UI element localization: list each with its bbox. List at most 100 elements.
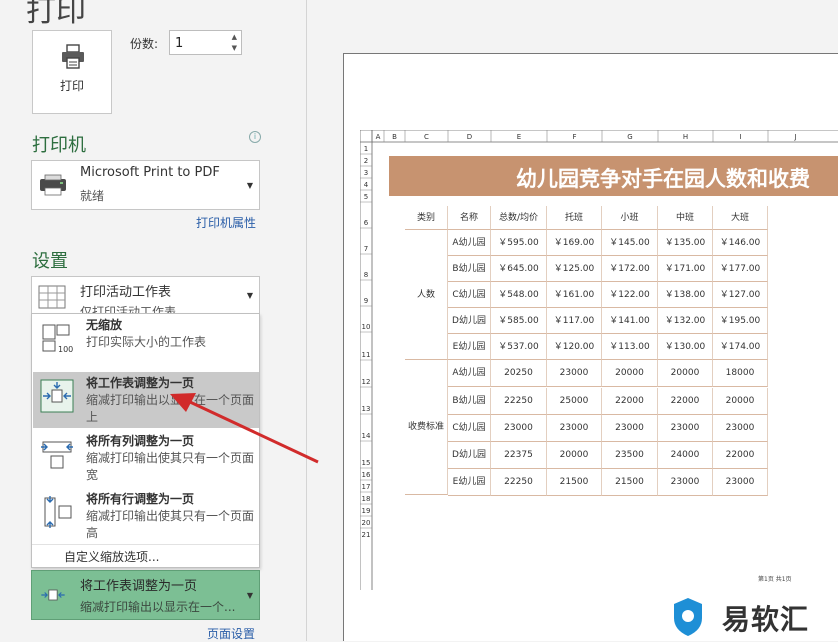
row-header: 7 bbox=[364, 245, 368, 253]
row-header: 8 bbox=[364, 271, 368, 279]
value-cell: ￥135.00 bbox=[658, 230, 713, 256]
value-cell: 23000 bbox=[713, 469, 768, 496]
value-cell: ￥537.00 bbox=[491, 334, 547, 360]
value-cell: 23000 bbox=[602, 415, 658, 442]
name-cell: D幼儿园 bbox=[448, 308, 491, 334]
table-header-cell: 中班 bbox=[658, 206, 713, 230]
row-header: 2 bbox=[364, 157, 368, 165]
value-cell: ￥161.00 bbox=[547, 282, 602, 308]
value-cell: 20000 bbox=[713, 388, 768, 415]
value-cell: 18000 bbox=[713, 360, 768, 387]
table-header-cell: 大班 bbox=[713, 206, 768, 230]
name-cell: A幼儿园 bbox=[448, 360, 491, 387]
row-header: 9 bbox=[364, 297, 368, 305]
name-cell: E幼儿园 bbox=[448, 469, 491, 496]
row-header: 19 bbox=[362, 507, 371, 515]
column-header: C bbox=[424, 133, 429, 141]
value-cell: 23000 bbox=[713, 415, 768, 442]
value-cell: ￥548.00 bbox=[491, 282, 547, 308]
row-header: 18 bbox=[362, 495, 371, 503]
column-header: H bbox=[683, 133, 688, 141]
row-header: 15 bbox=[362, 459, 371, 467]
value-cell: ￥125.00 bbox=[547, 256, 602, 282]
value-cell: 23500 bbox=[602, 442, 658, 469]
value-cell: ￥171.00 bbox=[658, 256, 713, 282]
row-header: 6 bbox=[364, 219, 369, 227]
value-cell: 21500 bbox=[547, 469, 602, 496]
name-cell: D幼儿园 bbox=[448, 442, 491, 469]
value-cell: ￥120.00 bbox=[547, 334, 602, 360]
page-footer: 第1页 共1页 bbox=[758, 576, 792, 583]
value-cell: ￥145.00 bbox=[602, 230, 658, 256]
value-cell: 22000 bbox=[602, 388, 658, 415]
row-header: 5 bbox=[364, 193, 368, 201]
row-header: 14 bbox=[362, 432, 371, 440]
row-header: 20 bbox=[362, 519, 371, 527]
column-header: A bbox=[376, 133, 381, 141]
value-cell: ￥127.00 bbox=[713, 282, 768, 308]
row-header: 21 bbox=[362, 531, 371, 539]
column-header: G bbox=[627, 133, 632, 141]
value-cell: 23000 bbox=[658, 415, 713, 442]
row-header: 11 bbox=[362, 351, 371, 359]
value-cell: ￥146.00 bbox=[713, 230, 768, 256]
name-cell: B幼儿园 bbox=[448, 388, 491, 415]
table-header-cell: 类别 bbox=[405, 206, 448, 230]
value-cell: 23000 bbox=[547, 415, 602, 442]
value-cell: ￥117.00 bbox=[547, 308, 602, 334]
value-cell: 22375 bbox=[491, 442, 547, 469]
column-header: I bbox=[739, 133, 741, 141]
name-cell: A幼儿园 bbox=[448, 230, 491, 256]
value-cell: 22000 bbox=[713, 442, 768, 469]
value-cell: 21500 bbox=[602, 469, 658, 496]
value-cell: ￥595.00 bbox=[491, 230, 547, 256]
value-cell: ￥141.00 bbox=[602, 308, 658, 334]
row-header: 1 bbox=[364, 145, 368, 153]
value-cell: ￥122.00 bbox=[602, 282, 658, 308]
row-header: 4 bbox=[364, 181, 369, 189]
row-header: 10 bbox=[362, 323, 371, 331]
sheet-banner-title: 幼儿园竞争对手在园人数和收费 bbox=[516, 167, 810, 191]
row-header: 12 bbox=[362, 378, 371, 386]
value-cell: ￥585.00 bbox=[491, 308, 547, 334]
value-cell: 23000 bbox=[658, 469, 713, 496]
value-cell: ￥138.00 bbox=[658, 282, 713, 308]
table-header-cell: 总数/均价 bbox=[491, 206, 547, 230]
group-label: 人数 bbox=[405, 230, 448, 360]
value-cell: 22000 bbox=[658, 388, 713, 415]
value-cell: 22250 bbox=[491, 469, 547, 496]
value-cell: ￥169.00 bbox=[547, 230, 602, 256]
value-cell: 20000 bbox=[602, 360, 658, 387]
value-cell: ￥645.00 bbox=[491, 256, 547, 282]
table-header-cell: 小班 bbox=[602, 206, 658, 230]
column-header: F bbox=[572, 133, 576, 141]
sheet-banner: 幼儿园竞争对手在园人数和收费 bbox=[389, 156, 838, 196]
value-cell: ￥113.00 bbox=[602, 334, 658, 360]
column-header: J bbox=[793, 133, 796, 141]
value-cell: ￥195.00 bbox=[713, 308, 768, 334]
name-cell: B幼儿园 bbox=[448, 256, 491, 282]
value-cell: 20250 bbox=[491, 360, 547, 387]
watermark-text: 易软汇 bbox=[722, 603, 810, 636]
value-cell: ￥130.00 bbox=[658, 334, 713, 360]
column-header: E bbox=[517, 133, 521, 141]
value-cell: ￥132.00 bbox=[658, 308, 713, 334]
value-cell: 23000 bbox=[491, 415, 547, 442]
row-header: 16 bbox=[362, 471, 371, 479]
row-header: 17 bbox=[362, 483, 371, 491]
value-cell: 25000 bbox=[547, 388, 602, 415]
value-cell: 23000 bbox=[547, 360, 602, 387]
name-cell: C幼儿园 bbox=[448, 282, 491, 308]
value-cell: 20000 bbox=[547, 442, 602, 469]
name-cell: C幼儿园 bbox=[448, 415, 491, 442]
print-preview[interactable]: A B C D E F G H I J 1 2 3 4 5 6 7 8 9 10 11 12 13 14 15 16 17 18 19 2… bbox=[343, 53, 838, 641]
row-header: 13 bbox=[362, 405, 371, 413]
name-cell: E幼儿园 bbox=[448, 334, 491, 360]
group-label: 收费标准 bbox=[405, 360, 448, 495]
value-cell: 22250 bbox=[491, 388, 547, 415]
table-header-cell: 托班 bbox=[547, 206, 602, 230]
column-header: D bbox=[467, 133, 472, 141]
column-header: B bbox=[392, 133, 397, 141]
table-header-cell: 名称 bbox=[448, 206, 491, 230]
value-cell: 24000 bbox=[658, 442, 713, 469]
